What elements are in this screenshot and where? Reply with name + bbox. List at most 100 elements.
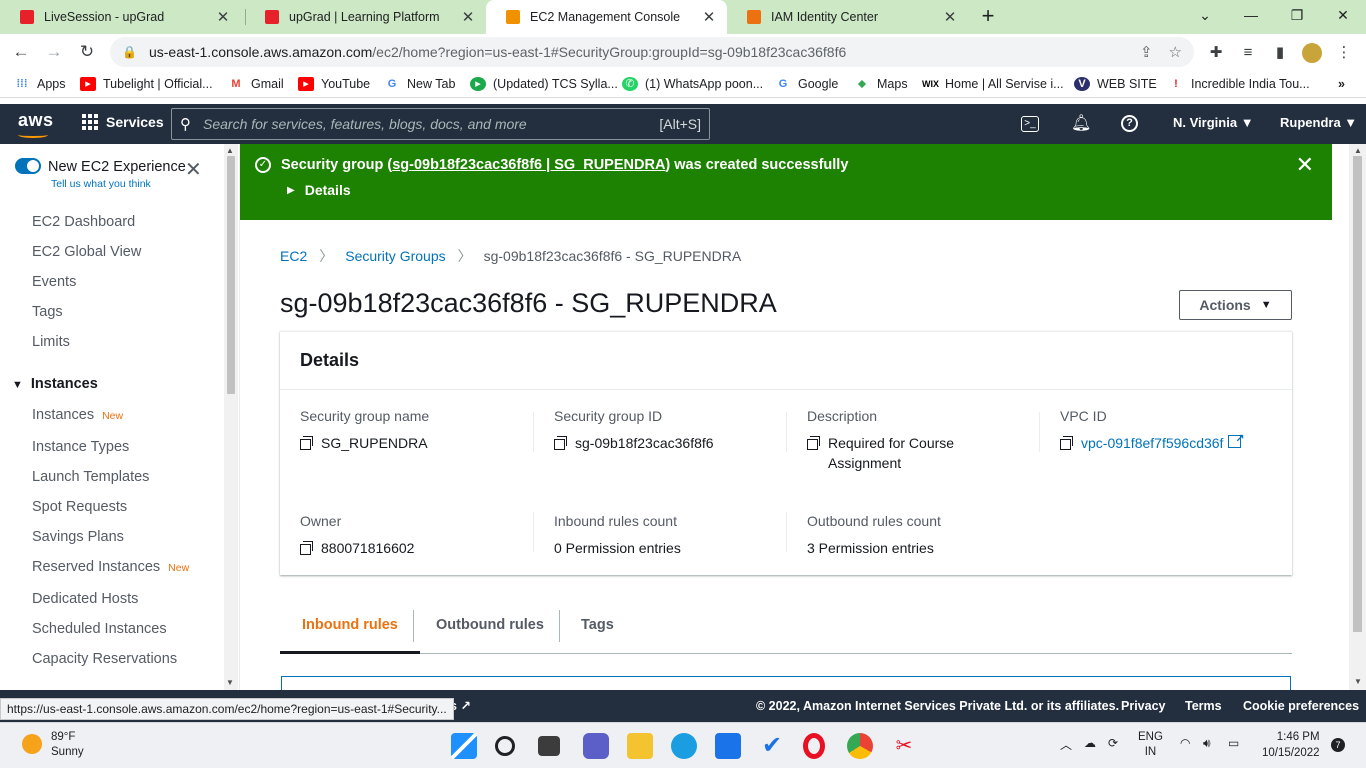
bookmark-maps[interactable]: ⬥ Maps	[854, 75, 907, 93]
notification-badge[interactable]: 7	[1331, 738, 1345, 752]
scroll-up-icon[interactable]: ▲	[1354, 146, 1362, 155]
nav-instance-types[interactable]: Instance Types	[32, 439, 129, 455]
microsoft-store-icon[interactable]	[715, 733, 741, 759]
task-view-icon[interactable]	[538, 736, 560, 756]
bookmark-incredible-india[interactable]: ! Incredible India Tou...	[1168, 75, 1309, 93]
browser-tab-livesession[interactable]: LiveSession - upGrad ✕	[0, 0, 241, 34]
help-icon[interactable]: ?	[1121, 115, 1138, 132]
sync-icon[interactable]: ⟳	[1108, 736, 1118, 750]
region-selector[interactable]: N. Virginia ▼	[1173, 115, 1254, 130]
aws-logo[interactable]: aws	[18, 110, 54, 131]
bookmark-wix[interactable]: WIX Home | All Servise i...	[922, 75, 1064, 93]
nav-section-instances[interactable]: ▼ Instances	[12, 376, 98, 392]
minimize-icon[interactable]: —	[1228, 0, 1274, 30]
show-hidden-icons-chevron-icon[interactable]: ︿	[1060, 736, 1072, 753]
language-indicator[interactable]: ENG IN	[1138, 730, 1163, 760]
system-clock[interactable]: 1:46 PM 10/15/2022	[1262, 729, 1320, 761]
address-bar[interactable]: 🔒 us-east-1.console.aws.amazon.com/ec2/h…	[110, 37, 1194, 67]
actions-button[interactable]: Actions ▼	[1179, 290, 1292, 320]
aws-search-input[interactable]: ⚲ Search for services, features, blogs, …	[171, 108, 710, 140]
copy-icon[interactable]	[807, 436, 821, 450]
sun-icon[interactable]	[22, 734, 42, 754]
volume-icon[interactable]: 🔊︎	[1203, 736, 1211, 751]
bookmark-star-icon[interactable]: ☆	[1169, 43, 1182, 61]
media-queue-icon[interactable]: ≡	[1238, 43, 1258, 63]
tab-tags[interactable]: Tags	[559, 604, 636, 654]
flash-details-toggle[interactable]: ▶ Details	[287, 182, 351, 198]
new-experience-toggle[interactable]	[15, 158, 41, 174]
footer-terms-link[interactable]: Terms	[1185, 699, 1222, 713]
sidenav-scrollbar[interactable]: ▲ ▼	[224, 144, 238, 690]
external-link-icon[interactable]	[1228, 429, 1244, 449]
teams-chat-icon[interactable]	[583, 733, 609, 759]
copy-icon[interactable]	[300, 541, 314, 555]
nav-capacity-reservations[interactable]: Capacity Reservations	[32, 651, 177, 667]
scrollbar-thumb[interactable]	[227, 156, 235, 394]
close-nav-icon[interactable]: ✕	[185, 160, 202, 180]
nav-events[interactable]: Events	[32, 274, 76, 290]
browser-tab-iam[interactable]: IAM Identity Center ✕	[727, 0, 968, 34]
close-tab-icon[interactable]: ✕	[701, 8, 717, 26]
back-arrow-icon[interactable]: ←	[10, 41, 32, 63]
close-tab-icon[interactable]: ✕	[460, 8, 476, 26]
bookmark-tcs[interactable]: ▸ (Updated) TCS Sylla...	[470, 75, 618, 93]
file-explorer-icon[interactable]	[627, 733, 653, 759]
scroll-up-icon[interactable]: ▲	[226, 146, 234, 155]
address-url[interactable]: us-east-1.console.aws.amazon.com/ec2/hom…	[149, 44, 1124, 60]
breadcrumb-security-groups[interactable]: Security Groups	[345, 248, 445, 264]
nav-tags[interactable]: Tags	[32, 304, 63, 320]
snipping-tool-icon[interactable]: ✂	[891, 733, 917, 759]
tab-search-icon[interactable]: ⌄	[1182, 0, 1228, 30]
todo-check-icon[interactable]: ✔	[759, 733, 785, 759]
lock-icon[interactable]: 🔒	[122, 45, 137, 59]
bookmark-tubelight[interactable]: ▸ Tubelight | Official...	[80, 75, 213, 93]
nav-instances[interactable]: Instances New	[32, 407, 123, 423]
nav-launch-templates[interactable]: Launch Templates	[32, 469, 149, 485]
cloudshell-icon[interactable]: >_	[1021, 116, 1039, 132]
close-tab-icon[interactable]: ✕	[942, 8, 958, 26]
chrome-browser-icon[interactable]	[847, 733, 873, 759]
footer-cookie-preferences-link[interactable]: Cookie preferences	[1243, 699, 1359, 713]
account-menu[interactable]: Rupendra ▼	[1280, 115, 1357, 130]
side-panel-icon[interactable]: ▮	[1270, 43, 1290, 63]
wifi-icon[interactable]: ◠	[1180, 736, 1190, 750]
security-group-link[interactable]: sg-09b18f23cac36f8f6 | SG_RUPENDRA	[392, 157, 665, 173]
nav-limits[interactable]: Limits	[32, 334, 70, 350]
edge-browser-icon[interactable]	[671, 733, 697, 759]
bookmark-whatsapp[interactable]: ✆ (1) WhatsApp poon...	[622, 75, 763, 93]
scroll-down-icon[interactable]: ▼	[1354, 677, 1362, 686]
footer-privacy-link[interactable]: Privacy	[1121, 699, 1165, 713]
nav-ec2-global-view[interactable]: EC2 Global View	[32, 244, 141, 260]
copy-icon[interactable]	[1060, 436, 1074, 450]
nav-spot-requests[interactable]: Spot Requests	[32, 499, 127, 515]
close-window-icon[interactable]: ✕	[1320, 0, 1366, 30]
bookmark-new-tab[interactable]: G New Tab	[384, 75, 456, 93]
tab-outbound-rules[interactable]: Outbound rules	[414, 604, 566, 654]
feedback-link[interactable]: Tell us what you think	[51, 178, 151, 190]
browser-tab-ec2[interactable]: EC2 Management Console ✕	[486, 0, 727, 34]
weather-widget[interactable]: 89°F Sunny	[51, 730, 84, 760]
tab-inbound-rules[interactable]: Inbound rules	[280, 604, 420, 654]
browser-tab-upgrad[interactable]: upGrad | Learning Platform ✕	[245, 0, 486, 34]
scrollbar-thumb[interactable]	[1353, 156, 1362, 632]
share-icon[interactable]: ⇪	[1140, 43, 1153, 61]
nav-ec2-dashboard[interactable]: EC2 Dashboard	[32, 214, 135, 230]
opera-browser-icon[interactable]	[803, 733, 825, 759]
battery-icon[interactable]: ▭	[1228, 736, 1239, 750]
dismiss-flash-icon[interactable]: ✕	[1296, 154, 1314, 176]
search-icon[interactable]	[495, 736, 515, 756]
scroll-down-icon[interactable]: ▼	[226, 678, 234, 687]
extensions-puzzle-icon[interactable]: ✚	[1206, 43, 1226, 63]
onedrive-icon[interactable]: ☁	[1084, 736, 1096, 750]
close-tab-icon[interactable]: ✕	[215, 8, 231, 26]
bookmark-apps[interactable]: ⁞⁞⁞ Apps	[14, 75, 66, 93]
nav-scheduled-instances[interactable]: Scheduled Instances	[32, 621, 167, 637]
forward-arrow-icon[interactable]: →	[43, 41, 65, 63]
services-menu-button[interactable]: Services	[82, 114, 164, 130]
menu-kebab-icon[interactable]: ⋮	[1334, 43, 1354, 63]
nav-reserved-instances[interactable]: Reserved Instances New	[32, 559, 189, 575]
new-tab-button[interactable]: +	[976, 4, 1000, 28]
nav-dedicated-hosts[interactable]: Dedicated Hosts	[32, 591, 138, 607]
maximize-icon[interactable]: ❐	[1274, 0, 1320, 30]
notifications-bell-icon[interactable]: 🔔︎	[1071, 114, 1091, 134]
